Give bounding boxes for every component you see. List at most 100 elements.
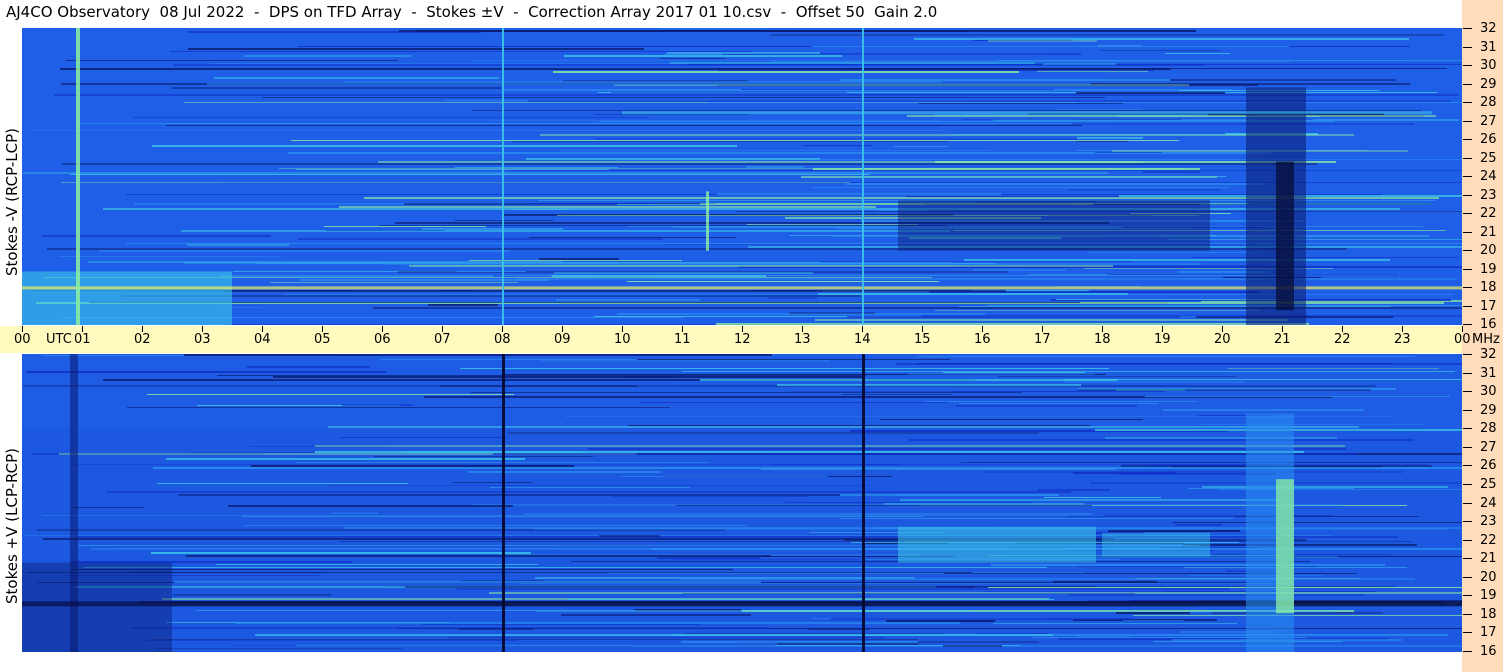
heatmap-bright-column (706, 191, 709, 251)
time-tick-mark (922, 326, 923, 332)
heatmap-streak (457, 588, 1230, 590)
heatmap-streak (530, 203, 655, 204)
time-tick-mark (1282, 326, 1283, 332)
heatmap-streak (188, 48, 644, 50)
heatmap-streak (490, 120, 941, 121)
heatmap-streak (1123, 620, 1184, 621)
time-tick-label: 10 (614, 332, 631, 347)
heatmap-streak (1100, 50, 1222, 51)
bottom-spectrogram-svg (22, 354, 1462, 652)
frequency-tick-mark (1463, 540, 1472, 541)
heatmap-streak (640, 402, 948, 403)
heatmap-streak (133, 117, 649, 118)
top-spectrogram-svg (22, 28, 1462, 325)
frequency-tick-label: 22 (1480, 533, 1497, 548)
top-spectrogram (22, 28, 1462, 325)
heatmap-streak (628, 425, 1090, 426)
heatmap-streak (790, 391, 992, 392)
heatmap-streak (817, 159, 1462, 160)
heatmap-streak (247, 366, 370, 368)
heatmap-streak (244, 525, 747, 526)
heatmap-streak (900, 499, 1284, 501)
frequency-tick-mark (1463, 195, 1472, 196)
heatmap-streak (560, 150, 990, 151)
heatmap-streak (659, 58, 726, 59)
heatmap-dark-region (898, 200, 1210, 251)
heatmap-streak (1044, 497, 1161, 498)
frequency-tick-mark (1463, 84, 1472, 85)
heatmap-streak (621, 476, 828, 477)
frequency-axis-unit-label: MHz (1472, 332, 1500, 347)
time-tick-mark (502, 326, 503, 332)
heatmap-streak (700, 379, 1118, 381)
heatmap-streak (62, 163, 1317, 165)
frequency-tick-label: 23 (1480, 514, 1497, 529)
frequency-tick-mark (1463, 391, 1472, 392)
time-tick-mark (1102, 326, 1103, 332)
heatmap-streak (228, 505, 513, 507)
frequency-tick-mark (1463, 65, 1472, 66)
heatmap-streak (1077, 137, 1143, 139)
heatmap-streak (771, 34, 1444, 36)
heatmap-streak (1069, 189, 1221, 191)
heatmap-streak (659, 28, 766, 29)
heatmap-streak (1169, 239, 1462, 240)
heatmap-streak (449, 637, 885, 638)
heatmap-streak (1105, 437, 1337, 439)
heatmap-streak (1212, 554, 1391, 555)
heatmap-streak (453, 482, 532, 483)
frequency-tick-mark (1463, 428, 1472, 429)
heatmap-streak (772, 61, 1291, 62)
time-tick-label: 23 (1394, 332, 1411, 347)
time-tick-label: 07 (434, 332, 451, 347)
heatmap-streak (344, 81, 942, 83)
heatmap-streak (541, 360, 830, 362)
heatmap-streak (554, 272, 813, 274)
heatmap-streak (1056, 109, 1140, 110)
time-tick-mark (1222, 326, 1223, 332)
heatmap-streak (1212, 612, 1383, 614)
frequency-tick-label: 19 (1480, 588, 1497, 603)
heatmap-streak (26, 371, 386, 373)
heatmap-streak (568, 599, 1054, 600)
time-tick-mark (622, 326, 623, 332)
frequency-tick-mark (1463, 577, 1472, 578)
heatmap-streak (328, 426, 1359, 428)
heatmap-streak (991, 564, 1385, 566)
time-tick-mark (202, 326, 203, 332)
heatmap-streak (842, 394, 952, 395)
heatmap-streak (299, 279, 549, 281)
heatmap-streak (84, 567, 1047, 568)
heatmap-streak (857, 176, 1226, 177)
heatmap-streak (468, 471, 661, 473)
frequency-tick-label: 24 (1480, 169, 1497, 184)
heatmap-streak (508, 432, 1039, 434)
heatmap-streak (943, 645, 1002, 647)
heatmap-streak (993, 623, 1237, 624)
heatmap-streak (244, 55, 412, 57)
heatmap-streak (1069, 594, 1364, 596)
heatmap-streak (66, 60, 398, 61)
heatmap-streak (471, 392, 1022, 393)
heatmap-streak (768, 297, 817, 299)
heatmap-bright-line (622, 111, 1432, 115)
heatmap-streak (1108, 530, 1240, 532)
heatmap-streak (187, 244, 289, 246)
heatmap-streak (809, 629, 869, 630)
heatmap-streak (955, 134, 1239, 135)
heatmap-streak (74, 464, 1429, 465)
time-tick-label: 22 (1334, 332, 1351, 347)
frequency-tick-label: 21 (1480, 225, 1497, 240)
heatmap-streak (998, 376, 1237, 377)
heatmap-streak (490, 487, 690, 488)
heatmap-streak (818, 293, 1128, 295)
frequency-tick-label: 32 (1480, 21, 1497, 36)
heatmap-streak (262, 97, 1105, 98)
heatmap-streak (214, 77, 499, 79)
heatmap-streak (917, 356, 1415, 357)
heatmap-streak (1182, 119, 1255, 120)
frequency-tick-label: 25 (1480, 151, 1497, 166)
time-axis-unit-label: UTC (46, 332, 72, 347)
heatmap-streak (1078, 389, 1371, 391)
heatmap-streak (599, 535, 660, 537)
